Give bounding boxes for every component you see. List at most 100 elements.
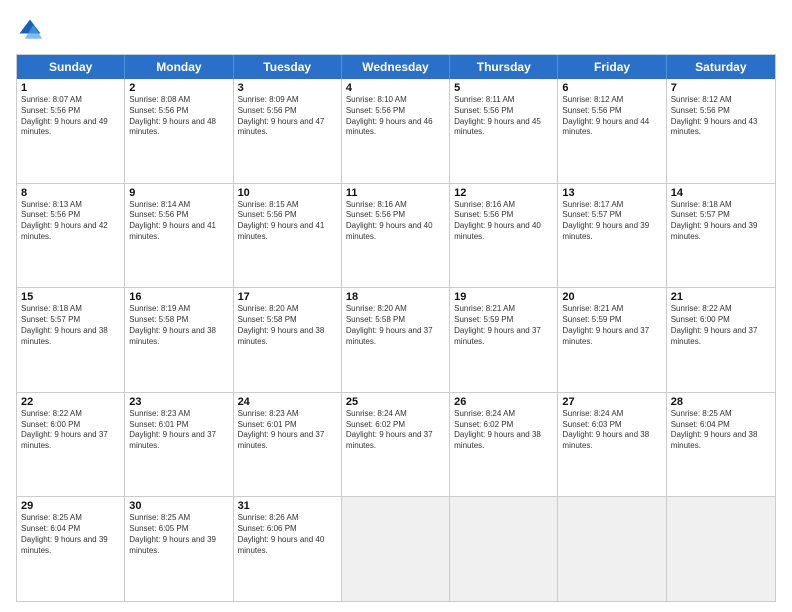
day-number: 21: [671, 291, 771, 303]
cell-info: Sunrise: 8:20 AMSunset: 5:58 PMDaylight:…: [238, 304, 337, 347]
day-number: 16: [129, 291, 228, 303]
cell-info: Sunrise: 8:24 AMSunset: 6:03 PMDaylight:…: [562, 409, 661, 452]
day-number: 24: [238, 396, 337, 408]
logo: [16, 16, 48, 44]
header-day-sunday: Sunday: [17, 55, 125, 79]
header-day-saturday: Saturday: [667, 55, 775, 79]
day-number: 13: [562, 187, 661, 199]
cell-info: Sunrise: 8:24 AMSunset: 6:02 PMDaylight:…: [454, 409, 553, 452]
calendar-cell: 17Sunrise: 8:20 AMSunset: 5:58 PMDayligh…: [234, 288, 342, 392]
calendar-cell: 31Sunrise: 8:26 AMSunset: 6:06 PMDayligh…: [234, 497, 342, 601]
day-number: 19: [454, 291, 553, 303]
calendar-cell: [450, 497, 558, 601]
header-day-wednesday: Wednesday: [342, 55, 450, 79]
day-number: 20: [562, 291, 661, 303]
header: [16, 16, 776, 44]
day-number: 9: [129, 187, 228, 199]
day-number: 5: [454, 82, 553, 94]
day-number: 18: [346, 291, 445, 303]
header-day-friday: Friday: [558, 55, 666, 79]
calendar-row-2: 8Sunrise: 8:13 AMSunset: 5:56 PMDaylight…: [17, 183, 775, 288]
day-number: 29: [21, 500, 120, 512]
calendar-row-3: 15Sunrise: 8:18 AMSunset: 5:57 PMDayligh…: [17, 287, 775, 392]
day-number: 6: [562, 82, 661, 94]
day-number: 22: [21, 396, 120, 408]
calendar-cell: 8Sunrise: 8:13 AMSunset: 5:56 PMDaylight…: [17, 184, 125, 288]
calendar-cell: 15Sunrise: 8:18 AMSunset: 5:57 PMDayligh…: [17, 288, 125, 392]
cell-info: Sunrise: 8:11 AMSunset: 5:56 PMDaylight:…: [454, 95, 553, 138]
calendar: SundayMondayTuesdayWednesdayThursdayFrid…: [16, 54, 776, 602]
day-number: 3: [238, 82, 337, 94]
cell-info: Sunrise: 8:12 AMSunset: 5:56 PMDaylight:…: [562, 95, 661, 138]
day-number: 31: [238, 500, 337, 512]
calendar-cell: 1Sunrise: 8:07 AMSunset: 5:56 PMDaylight…: [17, 79, 125, 183]
cell-info: Sunrise: 8:21 AMSunset: 5:59 PMDaylight:…: [562, 304, 661, 347]
calendar-cell: 13Sunrise: 8:17 AMSunset: 5:57 PMDayligh…: [558, 184, 666, 288]
calendar-cell: 5Sunrise: 8:11 AMSunset: 5:56 PMDaylight…: [450, 79, 558, 183]
calendar-cell: 4Sunrise: 8:10 AMSunset: 5:56 PMDaylight…: [342, 79, 450, 183]
calendar-cell: 7Sunrise: 8:12 AMSunset: 5:56 PMDaylight…: [667, 79, 775, 183]
calendar-cell: [558, 497, 666, 601]
cell-info: Sunrise: 8:22 AMSunset: 6:00 PMDaylight:…: [671, 304, 771, 347]
calendar-cell: 10Sunrise: 8:15 AMSunset: 5:56 PMDayligh…: [234, 184, 342, 288]
calendar-cell: 29Sunrise: 8:25 AMSunset: 6:04 PMDayligh…: [17, 497, 125, 601]
day-number: 8: [21, 187, 120, 199]
cell-info: Sunrise: 8:18 AMSunset: 5:57 PMDaylight:…: [21, 304, 120, 347]
day-number: 30: [129, 500, 228, 512]
cell-info: Sunrise: 8:21 AMSunset: 5:59 PMDaylight:…: [454, 304, 553, 347]
cell-info: Sunrise: 8:26 AMSunset: 6:06 PMDaylight:…: [238, 513, 337, 556]
cell-info: Sunrise: 8:18 AMSunset: 5:57 PMDaylight:…: [671, 200, 771, 243]
calendar-cell: [667, 497, 775, 601]
header-day-monday: Monday: [125, 55, 233, 79]
cell-info: Sunrise: 8:25 AMSunset: 6:05 PMDaylight:…: [129, 513, 228, 556]
day-number: 14: [671, 187, 771, 199]
day-number: 7: [671, 82, 771, 94]
calendar-cell: 6Sunrise: 8:12 AMSunset: 5:56 PMDaylight…: [558, 79, 666, 183]
calendar-cell: 28Sunrise: 8:25 AMSunset: 6:04 PMDayligh…: [667, 393, 775, 497]
logo-icon: [16, 16, 44, 44]
calendar-cell: 21Sunrise: 8:22 AMSunset: 6:00 PMDayligh…: [667, 288, 775, 392]
day-number: 26: [454, 396, 553, 408]
cell-info: Sunrise: 8:25 AMSunset: 6:04 PMDaylight:…: [671, 409, 771, 452]
calendar-cell: 12Sunrise: 8:16 AMSunset: 5:56 PMDayligh…: [450, 184, 558, 288]
calendar-row-4: 22Sunrise: 8:22 AMSunset: 6:00 PMDayligh…: [17, 392, 775, 497]
calendar-cell: 19Sunrise: 8:21 AMSunset: 5:59 PMDayligh…: [450, 288, 558, 392]
calendar-body: 1Sunrise: 8:07 AMSunset: 5:56 PMDaylight…: [17, 79, 775, 601]
calendar-cell: 14Sunrise: 8:18 AMSunset: 5:57 PMDayligh…: [667, 184, 775, 288]
cell-info: Sunrise: 8:19 AMSunset: 5:58 PMDaylight:…: [129, 304, 228, 347]
calendar-row-5: 29Sunrise: 8:25 AMSunset: 6:04 PMDayligh…: [17, 496, 775, 601]
day-number: 28: [671, 396, 771, 408]
cell-info: Sunrise: 8:17 AMSunset: 5:57 PMDaylight:…: [562, 200, 661, 243]
day-number: 25: [346, 396, 445, 408]
cell-info: Sunrise: 8:07 AMSunset: 5:56 PMDaylight:…: [21, 95, 120, 138]
calendar-cell: 26Sunrise: 8:24 AMSunset: 6:02 PMDayligh…: [450, 393, 558, 497]
cell-info: Sunrise: 8:20 AMSunset: 5:58 PMDaylight:…: [346, 304, 445, 347]
day-number: 27: [562, 396, 661, 408]
calendar-cell: 24Sunrise: 8:23 AMSunset: 6:01 PMDayligh…: [234, 393, 342, 497]
cell-info: Sunrise: 8:09 AMSunset: 5:56 PMDaylight:…: [238, 95, 337, 138]
day-number: 15: [21, 291, 120, 303]
calendar-cell: 23Sunrise: 8:23 AMSunset: 6:01 PMDayligh…: [125, 393, 233, 497]
page: SundayMondayTuesdayWednesdayThursdayFrid…: [0, 0, 792, 612]
cell-info: Sunrise: 8:13 AMSunset: 5:56 PMDaylight:…: [21, 200, 120, 243]
cell-info: Sunrise: 8:12 AMSunset: 5:56 PMDaylight:…: [671, 95, 771, 138]
calendar-cell: 20Sunrise: 8:21 AMSunset: 5:59 PMDayligh…: [558, 288, 666, 392]
cell-info: Sunrise: 8:22 AMSunset: 6:00 PMDaylight:…: [21, 409, 120, 452]
calendar-cell: 16Sunrise: 8:19 AMSunset: 5:58 PMDayligh…: [125, 288, 233, 392]
calendar-cell: 3Sunrise: 8:09 AMSunset: 5:56 PMDaylight…: [234, 79, 342, 183]
header-day-tuesday: Tuesday: [234, 55, 342, 79]
calendar-cell: 18Sunrise: 8:20 AMSunset: 5:58 PMDayligh…: [342, 288, 450, 392]
calendar-cell: 9Sunrise: 8:14 AMSunset: 5:56 PMDaylight…: [125, 184, 233, 288]
calendar-cell: [342, 497, 450, 601]
cell-info: Sunrise: 8:25 AMSunset: 6:04 PMDaylight:…: [21, 513, 120, 556]
calendar-cell: 2Sunrise: 8:08 AMSunset: 5:56 PMDaylight…: [125, 79, 233, 183]
day-number: 2: [129, 82, 228, 94]
day-number: 12: [454, 187, 553, 199]
calendar-cell: 27Sunrise: 8:24 AMSunset: 6:03 PMDayligh…: [558, 393, 666, 497]
cell-info: Sunrise: 8:14 AMSunset: 5:56 PMDaylight:…: [129, 200, 228, 243]
day-number: 4: [346, 82, 445, 94]
day-number: 11: [346, 187, 445, 199]
header-day-thursday: Thursday: [450, 55, 558, 79]
calendar-cell: 30Sunrise: 8:25 AMSunset: 6:05 PMDayligh…: [125, 497, 233, 601]
day-number: 10: [238, 187, 337, 199]
